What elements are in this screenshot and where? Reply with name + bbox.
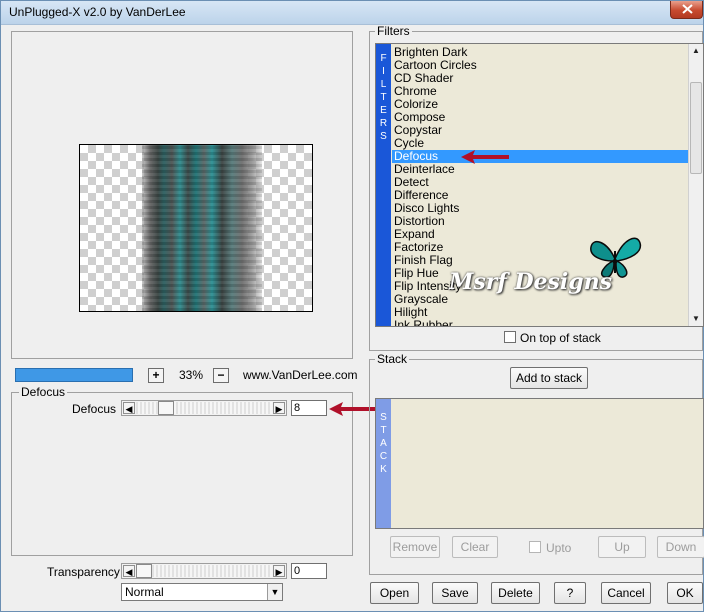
- on-top-checkbox[interactable]: [504, 331, 516, 343]
- down-button[interactable]: Down: [657, 536, 704, 558]
- slider-track[interactable]: [136, 402, 272, 414]
- filters-caption: Filters: [375, 24, 412, 38]
- plugin-window: UnPlugged-X v2.0 by VanDerLee + 33% − ww…: [0, 0, 704, 612]
- delete-button[interactable]: Delete: [491, 582, 540, 604]
- website-link[interactable]: www.VanDerLee.com: [243, 368, 358, 382]
- preview-texture: [142, 145, 262, 311]
- filter-list-item[interactable]: Distortion: [392, 215, 689, 228]
- open-button[interactable]: Open: [370, 582, 419, 604]
- slider-thumb[interactable]: [158, 401, 174, 415]
- upto-label: Upto: [546, 541, 572, 555]
- vertical-letter: L: [380, 79, 387, 90]
- scroll-thumb[interactable]: [690, 82, 702, 174]
- vertical-letter: I: [382, 66, 385, 77]
- preview-image[interactable]: [79, 144, 313, 312]
- stack-list[interactable]: S T A C K: [375, 398, 704, 529]
- close-icon: [682, 4, 693, 14]
- close-button[interactable]: [670, 1, 703, 19]
- zoom-level: 33%: [179, 368, 204, 382]
- vertical-letter: T: [380, 425, 387, 436]
- filter-list-item[interactable]: Copystar: [392, 124, 689, 137]
- defocus-slider[interactable]: ◀ ▶: [121, 400, 287, 416]
- clear-button[interactable]: Clear: [452, 536, 498, 558]
- vertical-letter: C: [379, 451, 388, 462]
- slider-right-arrow-icon[interactable]: ▶: [273, 402, 285, 414]
- transparency-label: Transparency: [47, 565, 120, 579]
- help-button[interactable]: ?: [554, 582, 586, 604]
- zoom-out-button[interactable]: −: [213, 368, 229, 383]
- upto-checkbox[interactable]: [529, 541, 541, 553]
- vertical-letter: T: [380, 92, 387, 103]
- stack-vertical-label: S T A C K: [376, 399, 391, 528]
- slider-left-arrow-icon[interactable]: ◀: [123, 402, 135, 414]
- remove-button[interactable]: Remove: [390, 536, 440, 558]
- filters-vertical-label: F I L T E R S: [376, 44, 391, 326]
- add-to-stack-button[interactable]: Add to stack: [510, 367, 588, 389]
- defocus-label: Defocus: [72, 402, 117, 416]
- on-top-label: On top of stack: [520, 331, 601, 345]
- slider-right-arrow-icon[interactable]: ▶: [273, 565, 285, 577]
- cancel-button[interactable]: Cancel: [601, 582, 651, 604]
- transparency-value-input[interactable]: 0: [291, 563, 327, 579]
- window-title: UnPlugged-X v2.0 by VanDerLee: [9, 5, 186, 19]
- watermark: Msrf Designs: [449, 269, 613, 295]
- up-button[interactable]: Up: [598, 536, 646, 558]
- zoom-in-button[interactable]: +: [148, 368, 164, 383]
- title-bar[interactable]: UnPlugged-X v2.0 by VanDerLee: [1, 1, 703, 25]
- vertical-letter: S: [380, 131, 387, 142]
- save-button[interactable]: Save: [432, 582, 478, 604]
- progress-bar: [15, 368, 133, 382]
- scroll-up-icon[interactable]: ▲: [689, 44, 703, 58]
- parameters-group: [11, 392, 353, 556]
- slider-track[interactable]: [136, 565, 272, 577]
- filter-list-item[interactable]: Deinterlace: [392, 163, 689, 176]
- ok-button[interactable]: OK: [667, 582, 703, 604]
- slider-left-arrow-icon[interactable]: ◀: [123, 565, 135, 577]
- chevron-down-icon[interactable]: ▼: [267, 584, 282, 600]
- vertical-letter: F: [380, 53, 387, 64]
- filters-scrollbar[interactable]: ▲ ▼: [688, 44, 703, 326]
- stack-caption: Stack: [375, 352, 410, 366]
- vertical-letter: A: [380, 438, 387, 449]
- vertical-letter: E: [380, 105, 387, 116]
- transparency-slider[interactable]: ◀ ▶: [121, 563, 287, 579]
- slider-thumb[interactable]: [136, 564, 152, 578]
- defocus-value-input[interactable]: 8: [291, 400, 327, 416]
- blend-mode-select[interactable]: Normal ▼: [121, 583, 283, 601]
- scroll-down-icon[interactable]: ▼: [689, 312, 703, 326]
- parameters-caption: Defocus: [19, 385, 68, 399]
- filter-list-item[interactable]: Ink Rubber: [392, 319, 689, 327]
- red-arrow-icon: [461, 150, 509, 164]
- preview-panel: [11, 31, 353, 359]
- vertical-letter: K: [380, 464, 387, 475]
- blend-mode-value: Normal: [125, 585, 164, 599]
- vertical-letter: R: [379, 118, 388, 129]
- vertical-letter: S: [380, 412, 387, 423]
